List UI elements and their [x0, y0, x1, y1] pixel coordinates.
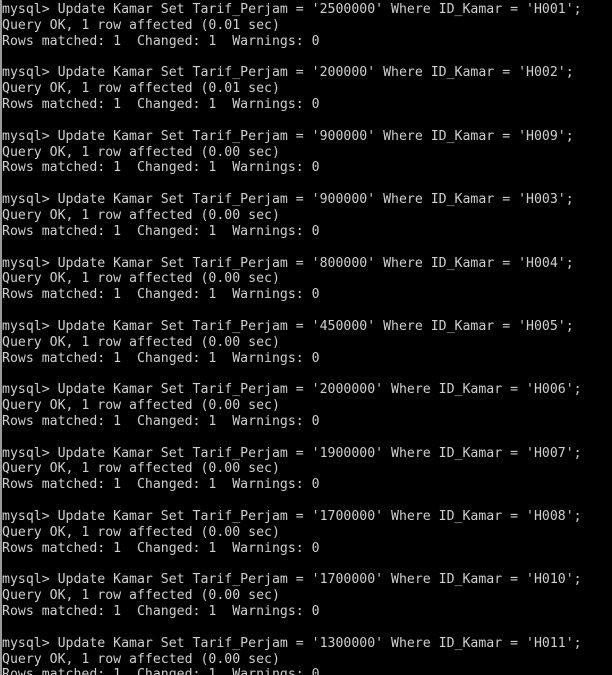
- query-status-line: Query OK, 1 row affected (0.00 sec): [2, 207, 280, 223]
- rows-matched-line: Rows matched: 1 Changed: 1 Warnings: 0: [2, 667, 320, 675]
- query-status-line: Query OK, 1 row affected (0.00 sec): [2, 461, 280, 477]
- query-status-line: Query OK, 1 row affected (0.01 sec): [2, 17, 280, 33]
- console-block: mysql> Update Kamar Set Tarif_Perjam = '…: [2, 2, 612, 65]
- command-line: mysql> Update Kamar Set Tarif_Perjam = '…: [2, 65, 574, 81]
- query-status-line: Query OK, 1 row affected (0.00 sec): [2, 524, 280, 540]
- console-block: mysql> Update Kamar Set Tarif_Perjam = '…: [2, 636, 612, 675]
- rows-matched-line: Rows matched: 1 Changed: 1 Warnings: 0: [2, 33, 320, 49]
- query-status-line: Query OK, 1 row affected (0.00 sec): [2, 271, 280, 287]
- query-status-line: Query OK, 1 row affected (0.00 sec): [2, 651, 280, 667]
- console-block: mysql> Update Kamar Set Tarif_Perjam = '…: [2, 446, 612, 509]
- query-status-line: Query OK, 1 row affected (0.01 sec): [2, 81, 280, 97]
- command-line: mysql> Update Kamar Set Tarif_Perjam = '…: [2, 572, 582, 588]
- command-line: mysql> Update Kamar Set Tarif_Perjam = '…: [2, 2, 582, 17]
- console-block: mysql> Update Kamar Set Tarif_Perjam = '…: [2, 382, 612, 445]
- terminal-window[interactable]: mysql> Update Kamar Set Tarif_Perjam = '…: [0, 0, 612, 675]
- rows-matched-line: Rows matched: 1 Changed: 1 Warnings: 0: [2, 97, 320, 113]
- command-line: mysql> Update Kamar Set Tarif_Perjam = '…: [2, 128, 574, 144]
- rows-matched-line: Rows matched: 1 Changed: 1 Warnings: 0: [2, 350, 320, 366]
- command-line: mysql> Update Kamar Set Tarif_Perjam = '…: [2, 318, 574, 334]
- query-status-line: Query OK, 1 row affected (0.00 sec): [2, 334, 280, 350]
- console-block: mysql> Update Kamar Set Tarif_Perjam = '…: [2, 572, 612, 635]
- command-line: mysql> Update Kamar Set Tarif_Perjam = '…: [2, 509, 582, 524]
- query-status-line: Query OK, 1 row affected (0.00 sec): [2, 588, 280, 604]
- rows-matched-line: Rows matched: 1 Changed: 1 Warnings: 0: [2, 477, 320, 493]
- console-block: mysql> Update Kamar Set Tarif_Perjam = '…: [2, 256, 612, 319]
- rows-matched-line: Rows matched: 1 Changed: 1 Warnings: 0: [2, 413, 320, 429]
- query-status-line: Query OK, 1 row affected (0.00 sec): [2, 144, 280, 160]
- console-block: mysql> Update Kamar Set Tarif_Perjam = '…: [2, 509, 612, 572]
- console-block: mysql> Update Kamar Set Tarif_Perjam = '…: [2, 65, 612, 128]
- command-line: mysql> Update Kamar Set Tarif_Perjam = '…: [2, 382, 582, 398]
- query-status-line: Query OK, 1 row affected (0.00 sec): [2, 398, 280, 414]
- console-block: mysql> Update Kamar Set Tarif_Perjam = '…: [2, 192, 612, 255]
- console-block: mysql> Update Kamar Set Tarif_Perjam = '…: [2, 129, 612, 192]
- command-line: mysql> Update Kamar Set Tarif_Perjam = '…: [2, 635, 582, 651]
- rows-matched-line: Rows matched: 1 Changed: 1 Warnings: 0: [2, 160, 320, 176]
- rows-matched-line: Rows matched: 1 Changed: 1 Warnings: 0: [2, 223, 320, 239]
- rows-matched-line: Rows matched: 1 Changed: 1 Warnings: 0: [2, 287, 320, 303]
- command-line: mysql> Update Kamar Set Tarif_Perjam = '…: [2, 445, 582, 461]
- command-line: mysql> Update Kamar Set Tarif_Perjam = '…: [2, 255, 574, 271]
- console-output[interactable]: mysql> Update Kamar Set Tarif_Perjam = '…: [2, 2, 612, 675]
- command-line: mysql> Update Kamar Set Tarif_Perjam = '…: [2, 192, 574, 208]
- console-block: mysql> Update Kamar Set Tarif_Perjam = '…: [2, 319, 612, 382]
- rows-matched-line: Rows matched: 1 Changed: 1 Warnings: 0: [2, 604, 320, 620]
- rows-matched-line: Rows matched: 1 Changed: 1 Warnings: 0: [2, 540, 320, 556]
